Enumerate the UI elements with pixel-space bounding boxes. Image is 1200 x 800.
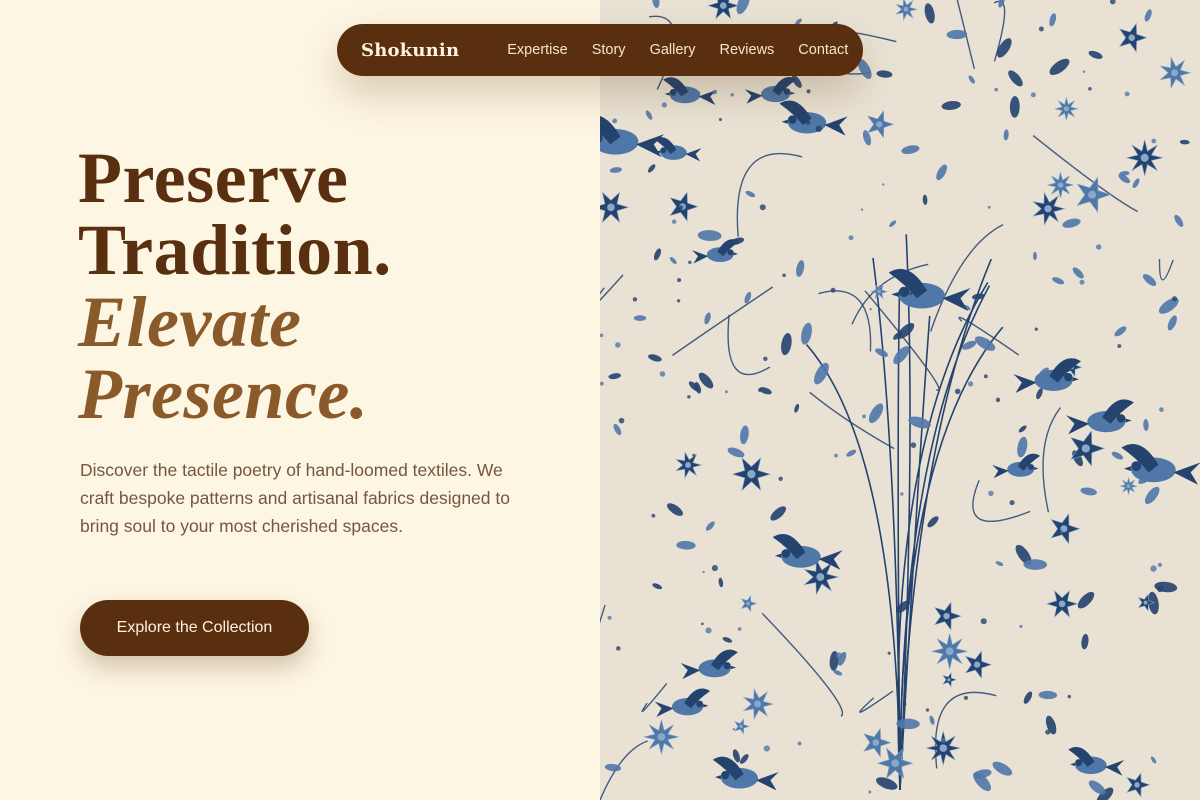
hero-title: Preserve Tradition. Elevate Presence. [78, 142, 598, 430]
nav-link-expertise[interactable]: Expertise [507, 42, 567, 58]
nav-link-gallery[interactable]: Gallery [650, 42, 696, 58]
hero-title-line-3: Elevate [78, 282, 302, 362]
nav-link-reviews[interactable]: Reviews [720, 42, 775, 58]
main-nav: Shokunin Expertise Story Gallery Reviews… [337, 24, 863, 76]
explore-collection-button[interactable]: Explore the Collection [80, 600, 309, 656]
hero-title-line-4: Presence. [78, 354, 369, 434]
nav-link-story[interactable]: Story [592, 42, 626, 58]
nav-link-contact[interactable]: Contact [798, 42, 848, 58]
hero-description: Discover the tactile poetry of hand-loom… [80, 460, 510, 536]
hero-textile-image [600, 0, 1200, 800]
brand-logo[interactable]: Shokunin [361, 40, 459, 61]
nav-links: Expertise Story Gallery Reviews Contact [507, 42, 848, 58]
hero-title-line-2: Tradition. [78, 210, 392, 290]
hero-title-line-1: Preserve [78, 138, 349, 218]
